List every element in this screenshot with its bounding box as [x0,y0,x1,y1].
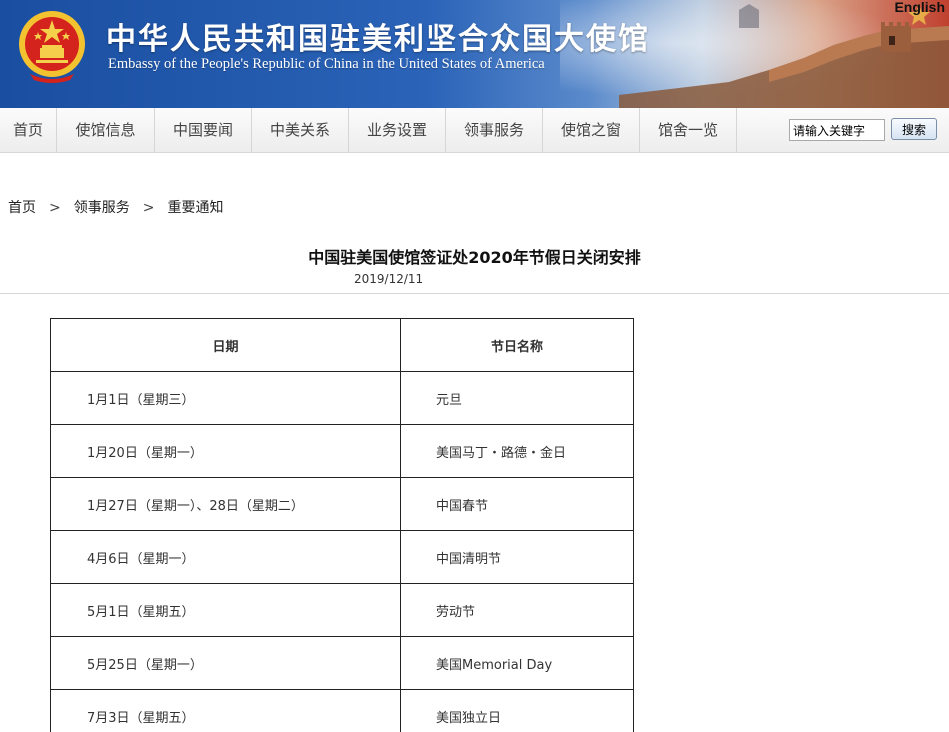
table-row: 4月6日（星期一） 中国清明节 [50,530,634,584]
nav-item-premises[interactable]: 馆舍一览 [640,108,737,153]
holiday-date-cell: 1月1日（星期三） [50,371,401,425]
nav-item-departments[interactable]: 业务设置 [349,108,446,153]
holiday-table: 日期 节日名称 1月1日（星期三） 元旦 1月20日（星期一） 美国马丁・路德・… [50,318,634,732]
nav-item-china-us-relations[interactable]: 中美关系 [252,108,349,153]
table-row: 5月1日（星期五） 劳动节 [50,583,634,637]
holiday-date-cell: 4月6日（星期一） [50,530,401,584]
table-row: 5月25日（星期一） 美国Memorial Day [50,636,634,690]
table-row: 1月27日（星期一）、28日（星期二） 中国春节 [50,477,634,531]
holiday-name-cell: 美国Memorial Day [400,636,634,690]
article-title: 中国驻美国使馆签证处2020年节假日关闭安排 [308,248,641,267]
national-emblem-logo [19,11,85,83]
header-banner: 中华人民共和国驻美利坚合众国大使馆 Embassy of the People'… [0,0,949,108]
search-button[interactable]: 搜索 [891,118,937,140]
holiday-date-cell: 1月27日（星期一）、28日（星期二） [50,477,401,531]
breadcrumb-important-notices[interactable]: 重要通知 [167,200,223,216]
nav-item-consular-services[interactable]: 领事服务 [446,108,543,153]
holiday-name-cell: 劳动节 [400,583,634,637]
holiday-date-cell: 1月20日（星期一） [50,424,401,478]
holiday-name-cell: 美国独立日 [400,689,634,732]
holiday-date-cell: 5月1日（星期五） [50,583,401,637]
divider [0,293,949,294]
nav-item-embassy-info[interactable]: 使馆信息 [57,108,155,153]
search-input[interactable] [789,119,885,141]
breadcrumb-consular-services[interactable]: 领事服务 [74,200,130,216]
table-row: 1月1日（星期三） 元旦 [50,371,634,425]
nav-item-china-news[interactable]: 中国要闻 [155,108,252,153]
holiday-name-cell: 中国清明节 [400,530,634,584]
great-wall-image [619,4,949,108]
column-header-date: 日期 [50,318,401,372]
holiday-name-cell: 中国春节 [400,477,634,531]
english-language-link[interactable]: English [894,0,945,15]
nav-item-embassy-window[interactable]: 使馆之窗 [543,108,640,153]
breadcrumb: 首页 > 领事服务 > 重要通知 [8,197,223,217]
table-row: 7月3日（星期五） 美国独立日 [50,689,634,732]
column-header-holiday-name: 节日名称 [400,318,634,372]
holiday-date-cell: 7月3日（星期五） [50,689,401,732]
table-row: 1月20日（星期一） 美国马丁・路德・金日 [50,424,634,478]
site-title-english: Embassy of the People's Republic of Chin… [108,56,545,72]
holiday-date-cell: 5月25日（星期一） [50,636,401,690]
article-date: 2019/12/11 [354,272,424,286]
holiday-name-cell: 美国马丁・路德・金日 [400,424,634,478]
site-title-chinese: 中华人民共和国驻美利坚合众国大使馆 [106,22,650,57]
table-header-row: 日期 节日名称 [50,318,634,372]
nav-item-home[interactable]: 首页 [0,108,57,153]
breadcrumb-home[interactable]: 首页 [8,200,36,216]
breadcrumb-separator: > [142,200,155,216]
breadcrumb-separator: > [49,200,61,216]
holiday-name-cell: 元旦 [400,371,634,425]
